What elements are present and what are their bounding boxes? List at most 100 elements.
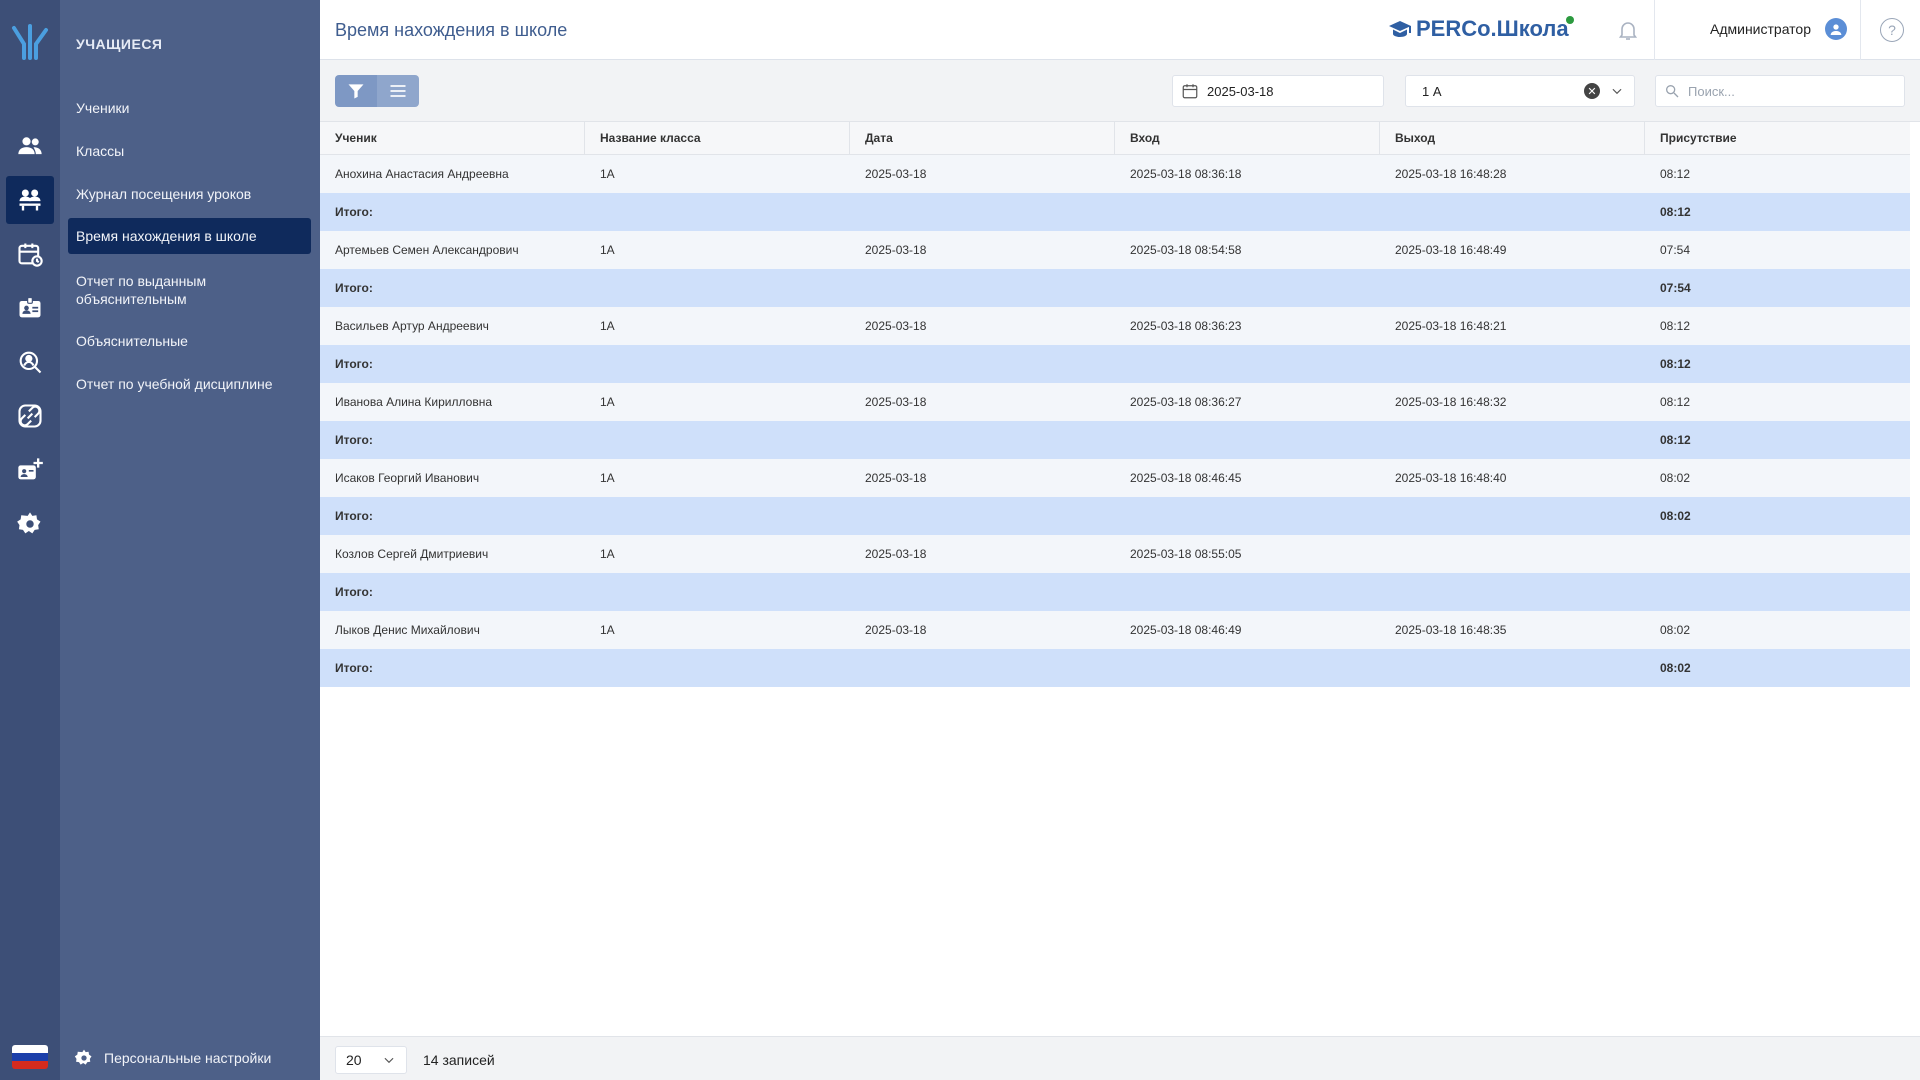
- total-row[interactable]: Итого: 08:12: [320, 345, 1910, 383]
- table-cell: 2025-03-18: [865, 547, 927, 561]
- chevron-down-icon[interactable]: [1610, 84, 1624, 98]
- table-cell: Васильев Артур Андреевич: [335, 319, 489, 333]
- total-row[interactable]: Итого: 08:02: [320, 649, 1910, 687]
- visitor-search-icon[interactable]: [6, 338, 54, 386]
- column-header-student[interactable]: Ученик: [320, 122, 585, 154]
- brand-logo: PERCo.Школа: [1388, 16, 1569, 42]
- bell-icon[interactable]: [1616, 18, 1640, 42]
- table-cell: Исаков Георгий Иванович: [335, 471, 480, 485]
- sidebar-item-time-in-school[interactable]: Время нахождения в школе: [68, 218, 311, 254]
- personal-settings-link[interactable]: Персональные настройки: [74, 1048, 271, 1068]
- table-cell: 1А: [600, 167, 615, 181]
- sidebar-item-explanatory-notes[interactable]: Объяснительные: [68, 331, 311, 351]
- table-row[interactable]: Васильев Артур Андреевич 1А 2025-03-18 2025…: [320, 307, 1910, 345]
- table-cell: 1А: [600, 623, 615, 637]
- table-cell: 08:02: [1660, 509, 1691, 523]
- sidebar: УЧАЩИЕСЯ Ученики Классы Журнал посещения…: [60, 0, 320, 1080]
- table-cell: Козлов Сергей Дмитриевич: [335, 547, 489, 561]
- students-icon[interactable]: [6, 176, 54, 224]
- date-picker[interactable]: 2025-03-18: [1172, 75, 1384, 107]
- column-header-exit[interactable]: Выход: [1380, 122, 1645, 154]
- badge-icon[interactable]: [6, 284, 54, 332]
- table-cell: Итого:: [335, 661, 373, 675]
- table-cell: 1А: [600, 547, 615, 561]
- settings-icon[interactable]: [6, 500, 54, 548]
- search-placeholder: Поиск...: [1688, 83, 1735, 99]
- column-header-entry[interactable]: Вход: [1115, 122, 1380, 154]
- table-row[interactable]: Анохина Анастасия Андреевна 1А 2025-03-18 2…: [320, 155, 1910, 193]
- add-card-icon[interactable]: [6, 446, 54, 494]
- table-cell: Анохина Анастасия Андреевна: [335, 167, 509, 181]
- toolbar: 2025-03-18 1 А ✕ Поиск...: [320, 60, 1920, 122]
- language-flag-icon[interactable]: [12, 1045, 48, 1069]
- sidebar-item-students[interactable]: Ученики: [68, 98, 311, 118]
- table-cell: 2025-03-18 16:48:40: [1395, 471, 1507, 485]
- column-header-class[interactable]: Название класса: [585, 122, 850, 154]
- table-row[interactable]: Иванова Алина Кирилловна 1А 2025-03-18 2025…: [320, 383, 1910, 421]
- table-row[interactable]: Артемьев Семен Александрович 1А 2025-03-18…: [320, 231, 1910, 269]
- table-cell: Итого:: [335, 509, 373, 523]
- table-cell: 1А: [600, 471, 615, 485]
- table-cell: 08:12: [1660, 395, 1691, 409]
- user-name[interactable]: Администратор: [1710, 21, 1811, 37]
- column-header-date[interactable]: Дата: [850, 122, 1115, 154]
- gear-icon: [74, 1049, 92, 1065]
- total-row[interactable]: Итого: 08:12: [320, 421, 1910, 459]
- table-cell: 2025-03-18: [865, 471, 927, 485]
- personal-settings-label: Персональные настройки: [104, 1050, 272, 1066]
- user-icon: [1830, 24, 1842, 35]
- table-row[interactable]: Исаков Георгий Иванович 1А 2025-03-18 2025-…: [320, 459, 1910, 497]
- table-cell: 08:02: [1660, 471, 1691, 485]
- total-row[interactable]: Итого: 07:54: [320, 269, 1910, 307]
- table-cell: 2025-03-18 08:46:49: [1130, 623, 1242, 637]
- sidebar-item-discipline-report[interactable]: Отчет по учебной дисциплине: [68, 374, 311, 394]
- view-toggle-group: [335, 75, 419, 107]
- calendar-icon: [1182, 84, 1198, 99]
- table-row[interactable]: Козлов Сергей Дмитриевич 1А 2025-03-18 2025…: [320, 535, 1910, 573]
- record-count: 14 записей: [423, 1052, 495, 1068]
- table-cell: Артемьев Семен Александрович: [335, 243, 519, 257]
- list-view-button[interactable]: [377, 75, 419, 107]
- table-cell: 2025-03-18 08:55:05: [1130, 547, 1242, 561]
- table-cell: 2025-03-18 08:54:58: [1130, 243, 1242, 257]
- header-divider: [1654, 0, 1655, 60]
- header: Время нахождения в школе PERCo.Школа Адм…: [320, 0, 1920, 60]
- table-cell: 2025-03-18: [865, 395, 927, 409]
- page-size-value: 20: [346, 1052, 362, 1068]
- table-cell: 08:12: [1660, 357, 1691, 371]
- total-row[interactable]: Итого:: [320, 573, 1910, 611]
- table-row[interactable]: Лыков Денис Михайлович 1А 2025-03-18 2025-0…: [320, 611, 1910, 649]
- total-row[interactable]: Итого: 08:02: [320, 497, 1910, 535]
- clear-icon[interactable]: ✕: [1584, 83, 1600, 99]
- staff-icon[interactable]: [6, 122, 54, 170]
- table-body: Анохина Анастасия Андреевна 1А 2025-03-18 2…: [320, 155, 1910, 687]
- table-header: Ученик Название класса Дата Вход Выход П…: [320, 122, 1910, 155]
- icon-rail: [0, 0, 60, 1080]
- help-icon[interactable]: ?: [1880, 18, 1904, 42]
- app-logo-icon[interactable]: [8, 22, 52, 62]
- total-row[interactable]: Итого: 08:12: [320, 193, 1910, 231]
- date-value: 2025-03-18: [1207, 83, 1274, 99]
- avatar[interactable]: [1825, 18, 1847, 40]
- table-cell: 2025-03-18 08:36:27: [1130, 395, 1242, 409]
- table-cell: 07:54: [1660, 281, 1691, 295]
- page-size-select[interactable]: 20: [335, 1046, 407, 1074]
- access-icon[interactable]: [6, 392, 54, 440]
- sidebar-item-classes[interactable]: Классы: [68, 141, 311, 161]
- table-cell: 1А: [600, 319, 615, 333]
- table-cell: 2025-03-18: [865, 623, 927, 637]
- table-cell: Итого:: [335, 433, 373, 447]
- filter-button[interactable]: [335, 75, 377, 107]
- table-cell: 2025-03-18 16:48:28: [1395, 167, 1507, 181]
- table-cell: 2025-03-18: [865, 167, 927, 181]
- table-cell: Итого:: [335, 205, 373, 219]
- brand-name: PERCo.Школа: [1416, 16, 1569, 41]
- search-input[interactable]: Поиск...: [1655, 75, 1905, 107]
- table-cell: 08:12: [1660, 433, 1691, 447]
- schedule-icon[interactable]: [6, 230, 54, 278]
- class-select[interactable]: 1 А ✕: [1405, 75, 1635, 107]
- sidebar-item-lesson-journal[interactable]: Журнал посещения уроков: [68, 184, 311, 204]
- sidebar-item-explanatory-report[interactable]: Отчет по выданным объяснительным: [68, 270, 311, 310]
- column-header-presence[interactable]: Присутствие: [1645, 122, 1910, 154]
- table-cell: 2025-03-18: [865, 243, 927, 257]
